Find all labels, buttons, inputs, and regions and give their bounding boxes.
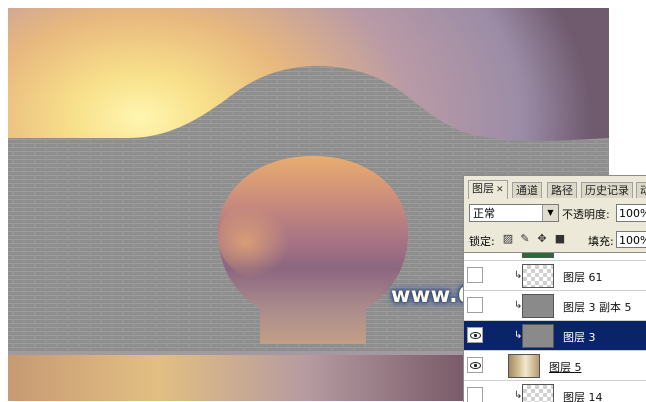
visibility-toggle[interactable] <box>467 252 483 253</box>
layer-row-partial[interactable] <box>464 252 646 261</box>
visibility-toggle[interactable] <box>467 327 483 343</box>
panel-tabs: 图层✕ 通道 路径 历史记录 动 <box>464 180 646 199</box>
layer-thumbnail <box>522 294 554 318</box>
layers-panel: 图层✕ 通道 路径 历史记录 动 正常 ▼ 不透明度: 100% 锁定: ▨ ✎… <box>463 175 646 402</box>
opacity-input[interactable]: 100% <box>616 204 646 222</box>
layer-row[interactable]: ↳ 图层 3 副本 5 <box>464 291 646 321</box>
lock-paint-brush-icon[interactable]: ✎ <box>519 233 531 245</box>
layers-list: ↳ 图层 61 ↳ 图层 3 副本 5 ↳ 图层 3 图层 5 ↳ 图层 14 <box>464 252 646 402</box>
tab-layers-label: 图层 <box>472 182 494 195</box>
tab-actions[interactable]: 动 <box>636 182 646 198</box>
layer-thumbnail <box>522 384 554 402</box>
visibility-toggle[interactable] <box>467 297 483 313</box>
layer-row-selected[interactable]: ↳ 图层 3 <box>464 321 646 351</box>
fill-label: 填充: <box>588 235 614 248</box>
lock-all-icon[interactable]: ■ <box>554 233 566 245</box>
layer-name: 图层 3 <box>563 331 596 344</box>
lock-transparency-icon[interactable]: ▨ <box>502 233 514 245</box>
tab-paths[interactable]: 路径 <box>547 182 577 198</box>
chevron-down-icon[interactable]: ▼ <box>542 205 558 221</box>
lock-move-icon[interactable]: ✥ <box>536 233 548 245</box>
layer-name: 图层 61 <box>563 271 603 284</box>
tab-channels[interactable]: 通道 <box>512 182 542 198</box>
layer-row[interactable]: 图层 5 <box>464 351 646 381</box>
visibility-toggle[interactable] <box>467 387 483 402</box>
layer-row[interactable]: ↳ 图层 14 <box>464 381 646 402</box>
close-icon[interactable]: ✕ <box>496 185 504 195</box>
eye-icon <box>470 362 481 369</box>
layer-thumbnail <box>508 354 540 378</box>
blend-mode-value: 正常 <box>473 207 495 220</box>
eye-icon <box>470 332 481 339</box>
lock-row: 锁定: ▨ ✎ ✥ ■ 填充: 100% <box>464 231 646 249</box>
layer-thumbnail <box>522 324 554 348</box>
layer-name: 图层 14 <box>563 391 603 402</box>
visibility-toggle[interactable] <box>467 357 483 373</box>
layer-thumbnail <box>522 253 554 258</box>
layer-thumbnail <box>522 264 554 288</box>
layer-name: 图层 5 <box>549 361 582 374</box>
visibility-toggle[interactable] <box>467 267 483 283</box>
layer-name: 图层 3 副本 5 <box>563 301 632 314</box>
lock-label: 锁定: <box>469 235 495 248</box>
layer-row[interactable]: ↳ 图层 61 <box>464 261 646 291</box>
blend-mode-select[interactable]: 正常 ▼ <box>469 204 559 222</box>
fill-input[interactable]: 100% <box>616 231 646 248</box>
opacity-label: 不透明度: <box>562 208 610 221</box>
tab-history[interactable]: 历史记录 <box>581 182 633 198</box>
tab-layers[interactable]: 图层 ✕ <box>468 180 508 199</box>
